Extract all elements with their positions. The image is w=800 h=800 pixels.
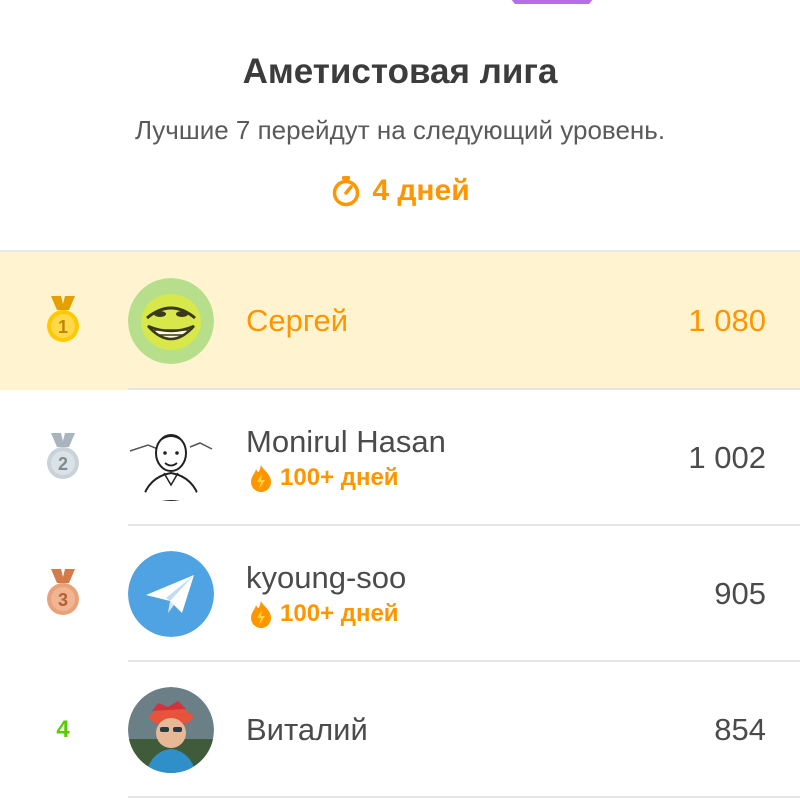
user-xp: 854 (714, 712, 766, 747)
timer-label: 4 дней (372, 174, 470, 207)
league-title: Аметистовая лига (242, 52, 558, 91)
svg-text:3: 3 (58, 590, 68, 610)
league-subtitle: Лучшие 7 перейдут на следующий уровень. (134, 115, 666, 145)
row-divider (128, 796, 800, 798)
flame-icon (251, 601, 271, 628)
user-xp: 1 002 (688, 440, 766, 475)
telegram-avatar[interactable] (128, 551, 214, 637)
user-name: kyoung-soo (246, 560, 407, 595)
user-xp: 1 080 (688, 303, 766, 338)
user-xp: 905 (714, 576, 766, 611)
streak-label: 100+ дней (280, 600, 399, 627)
leaderboard-row[interactable]: 4 Виталий 854 (0, 662, 800, 798)
streak-label: 100+ дней (280, 464, 399, 491)
user-name: Monirul Hasan (246, 424, 446, 459)
photo-avatar[interactable] (128, 687, 214, 773)
leaderboard-row[interactable]: 2 Monirul Hasan 100+ дней 1 002 (0, 390, 800, 526)
league-header: Аметистовая лига Лучшие 7 перейдут на сл… (0, 0, 800, 251)
troll-face-avatar[interactable] (128, 278, 214, 364)
rank-number: 4 (56, 716, 70, 743)
sketch-portrait-avatar[interactable] (128, 415, 214, 501)
user-name: Виталий (246, 712, 368, 747)
svg-text:1: 1 (58, 317, 68, 337)
leaderboard-list: 1 Сергей 1 080 2 Monirul Hasan 100+ дней… (0, 250, 800, 798)
stopwatch-icon (333, 176, 360, 207)
leaderboard-row[interactable]: 3 kyoung-soo 100+ дней 905 (0, 526, 800, 662)
user-name: Сергей (246, 303, 349, 338)
league-timer: 4 дней (0, 174, 800, 208)
flame-icon (251, 465, 271, 492)
streak-badge: 100+ дней (246, 463, 446, 493)
bronze-medal-icon: 3 (38, 569, 88, 619)
silver-medal-icon: 2 (38, 433, 88, 483)
gold-medal-icon: 1 (38, 296, 88, 346)
leaderboard-row-current-user[interactable]: 1 Сергей 1 080 (0, 252, 800, 390)
svg-text:2: 2 (58, 454, 68, 474)
streak-badge: 100+ дней (246, 599, 406, 629)
